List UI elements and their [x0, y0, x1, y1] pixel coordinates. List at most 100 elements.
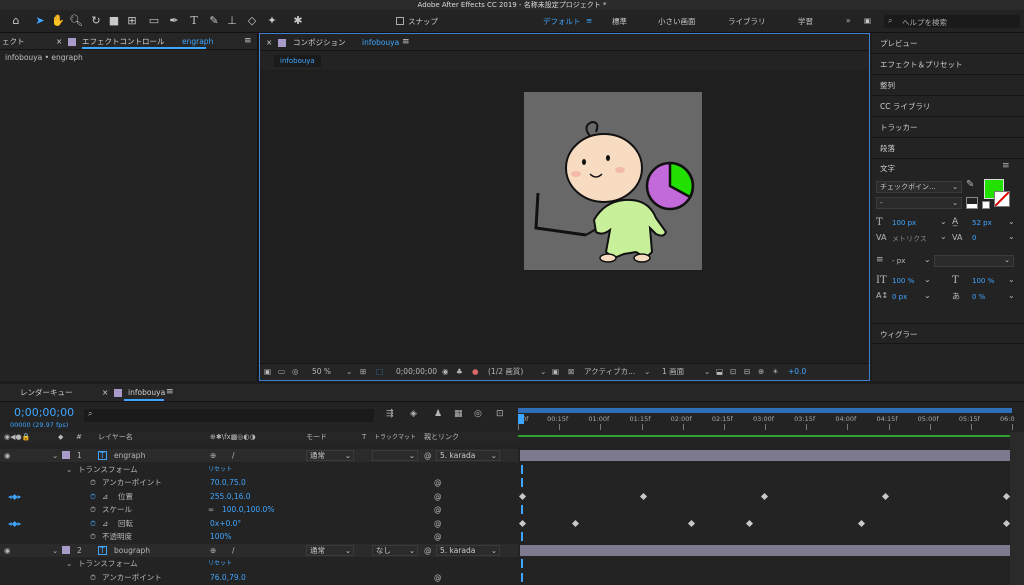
av-switches-icon[interactable]: ◉◀●🔒 — [4, 432, 30, 443]
layer-row[interactable]: ◉ ⌄ 2 Tbougraph ⊕ / 通常 ⌄ なし ⌄ @5. karada ⌄ — [0, 543, 518, 557]
fast-preview-icon[interactable]: ⊡ — [730, 364, 736, 380]
expression-icon[interactable]: @ — [434, 490, 442, 503]
keyframe-nav-icon[interactable]: ◂◆▸ — [8, 517, 21, 530]
stopwatch-icon[interactable]: ⏱ — [90, 503, 96, 516]
panel-menu-icon[interactable]: ≡ — [166, 384, 174, 401]
stopwatch-icon[interactable]: ⏱ — [90, 490, 96, 503]
comp-mini-flowchart-icon[interactable]: ⇶ — [386, 409, 394, 419]
zoom-tool-icon[interactable]: 🔍︎ — [68, 13, 84, 29]
parent-select[interactable]: 5. karada ⌄ — [436, 450, 500, 461]
keyframe-icon[interactable] — [746, 519, 754, 527]
stroke-width-value[interactable]: - px — [892, 257, 905, 265]
snapshot-icon[interactable]: ◉ — [442, 364, 449, 380]
comp-viewer[interactable] — [260, 70, 869, 362]
property-group-row[interactable]: ⌄ トランスフォーム リセット — [0, 557, 518, 570]
shy-switch-icon[interactable]: ⊕ — [210, 449, 216, 462]
horizontal-scale-value[interactable]: 100 % — [972, 277, 994, 285]
home-icon[interactable]: ⌂ — [8, 13, 24, 29]
label-swatch[interactable] — [62, 451, 70, 459]
comp-canvas[interactable] — [524, 92, 702, 270]
region-icon[interactable]: ⬚ — [376, 364, 383, 380]
parent-select[interactable]: 5. karada ⌄ — [436, 544, 500, 556]
chevron-down-icon[interactable]: ⌄ — [1008, 232, 1015, 241]
layer-duration-bar[interactable] — [520, 544, 1010, 556]
display-icon[interactable]: ▭ — [278, 364, 285, 380]
layer-name[interactable]: bougraph — [114, 544, 150, 557]
reset-exposure-icon[interactable]: ☀ — [772, 364, 779, 380]
tab-render-queue[interactable]: レンダーキュー — [20, 384, 73, 401]
label-swatch[interactable] — [62, 545, 70, 554]
expand-arrow-icon[interactable]: ⌄ — [52, 544, 58, 557]
property-row[interactable]: ◂◆▸ ⏱ ⊿ 位置 255.0,16.0 @ — [0, 490, 518, 503]
roto-brush-tool-icon[interactable]: ✦ — [264, 13, 280, 29]
reset-link[interactable]: リセット — [208, 557, 232, 570]
switches-icon[interactable]: ⊕✱\fx▩◎◐◑ — [210, 432, 256, 443]
graph-editor-icon[interactable]: ⊡ — [496, 409, 504, 419]
trkmat-select[interactable]: ⌄ — [372, 450, 418, 461]
close-icon[interactable]: × — [266, 34, 272, 51]
hand-tool-icon[interactable]: ✋ — [50, 13, 66, 29]
stopwatch-icon[interactable]: ⏱ — [90, 517, 96, 530]
property-row[interactable]: ◂◆▸ ⏱ ⊿ 回転 0x+0.0° @ — [0, 517, 518, 530]
panel-menu-icon[interactable]: ≡ — [402, 34, 410, 51]
mode-select[interactable]: 通常 ⌄ — [306, 450, 354, 461]
keyframe-icon[interactable] — [518, 519, 527, 527]
property-row[interactable]: ⏱ アンカーポイント 70.0,75.0 @ — [0, 476, 518, 489]
paragraph-panel[interactable]: 段落 — [872, 138, 1024, 159]
chevron-down-icon[interactable]: ⌄ — [704, 364, 710, 380]
property-track[interactable] — [520, 463, 1010, 476]
workspace-learn[interactable]: 学習 — [798, 16, 813, 27]
workspace-overflow-icon[interactable]: » — [846, 16, 851, 25]
close-icon[interactable]: × — [102, 384, 108, 401]
eraser-tool-icon[interactable]: ◇ — [244, 13, 260, 29]
effects-presets-panel[interactable]: エフェクト＆プリセット — [872, 54, 1024, 75]
preview-icon[interactable]: ▣ — [264, 364, 271, 380]
rotate-tool-icon[interactable]: ↻ — [88, 13, 104, 29]
playhead-icon[interactable] — [518, 414, 524, 424]
chevron-down-icon[interactable]: ⌄ — [940, 232, 947, 241]
tracker-panel[interactable]: トラッカー — [872, 117, 1024, 138]
pick-whip-icon[interactable]: @ — [424, 544, 432, 557]
reset-link[interactable]: リセット — [208, 463, 232, 476]
property-value[interactable]: 100.0,100.0% — [222, 503, 274, 516]
zoom-select[interactable]: 50 % — [312, 364, 331, 380]
property-value[interactable]: 76.0,79.0 — [210, 571, 246, 584]
keyframe-nav-icon[interactable]: ◂◆▸ — [8, 490, 21, 503]
sync-icon[interactable]: ▣ — [864, 16, 871, 25]
keyframe-icon[interactable] — [760, 492, 769, 500]
stopwatch-icon[interactable]: ⏱ — [90, 476, 96, 489]
kerning-value[interactable]: メトリクス — [892, 234, 927, 244]
show-snapshot-icon[interactable]: ♣ — [456, 364, 463, 380]
help-search[interactable]: ⌕ ヘルプを検索 — [884, 15, 1020, 28]
draft-3d-icon[interactable]: ◈ — [410, 409, 417, 419]
stopwatch-icon[interactable]: ⏱ — [90, 571, 96, 584]
frame-blending-icon[interactable]: ▦ — [454, 409, 463, 419]
property-value[interactable]: 255.0,16.0 — [210, 490, 251, 503]
keyframe-icon[interactable] — [639, 492, 648, 500]
workspace-small-screen[interactable]: 小さい画面 — [658, 16, 696, 27]
tsume-value[interactable]: 0 % — [972, 293, 985, 301]
snap-checkbox[interactable] — [396, 17, 404, 25]
label-column-icon[interactable]: ◆ — [58, 432, 63, 443]
flowchart-icon[interactable]: ⊕ — [758, 364, 764, 380]
keyframe-icon[interactable] — [1002, 492, 1011, 500]
trkmat-select[interactable]: なし ⌄ — [372, 544, 418, 556]
rectangle-tool-icon[interactable]: ▭ — [146, 13, 162, 29]
tracking-value[interactable]: 0 — [972, 234, 976, 242]
wiggler-panel[interactable]: ウィグラー — [872, 323, 1024, 344]
font-style-select[interactable]: - ⌄ — [876, 197, 962, 209]
expression-icon[interactable]: @ — [434, 530, 442, 543]
property-value[interactable]: 100% — [210, 530, 231, 543]
property-track[interactable] — [520, 530, 1010, 543]
property-row[interactable]: ⏱ 不透明度 100% @ — [0, 530, 518, 543]
time-ruler[interactable]: 0f 00:15f 01:00f 01:15f 02:00f 02:15f 03:00f 03… — [518, 406, 1015, 434]
layer-duration-bar[interactable] — [520, 450, 1010, 461]
close-icon[interactable]: × — [56, 33, 62, 50]
property-value[interactable]: 70.0,75.0 — [210, 476, 246, 489]
quality-switch-icon[interactable]: / — [232, 544, 235, 557]
help-search-input[interactable]: ヘルプを検索 — [902, 17, 947, 28]
timeline-scrollbar[interactable] — [1010, 432, 1024, 585]
panel-menu-icon[interactable]: ≡ — [1002, 161, 1010, 171]
leading-value[interactable]: 52 px — [972, 219, 992, 227]
transparency-grid-icon[interactable]: ⊠ — [568, 364, 574, 380]
